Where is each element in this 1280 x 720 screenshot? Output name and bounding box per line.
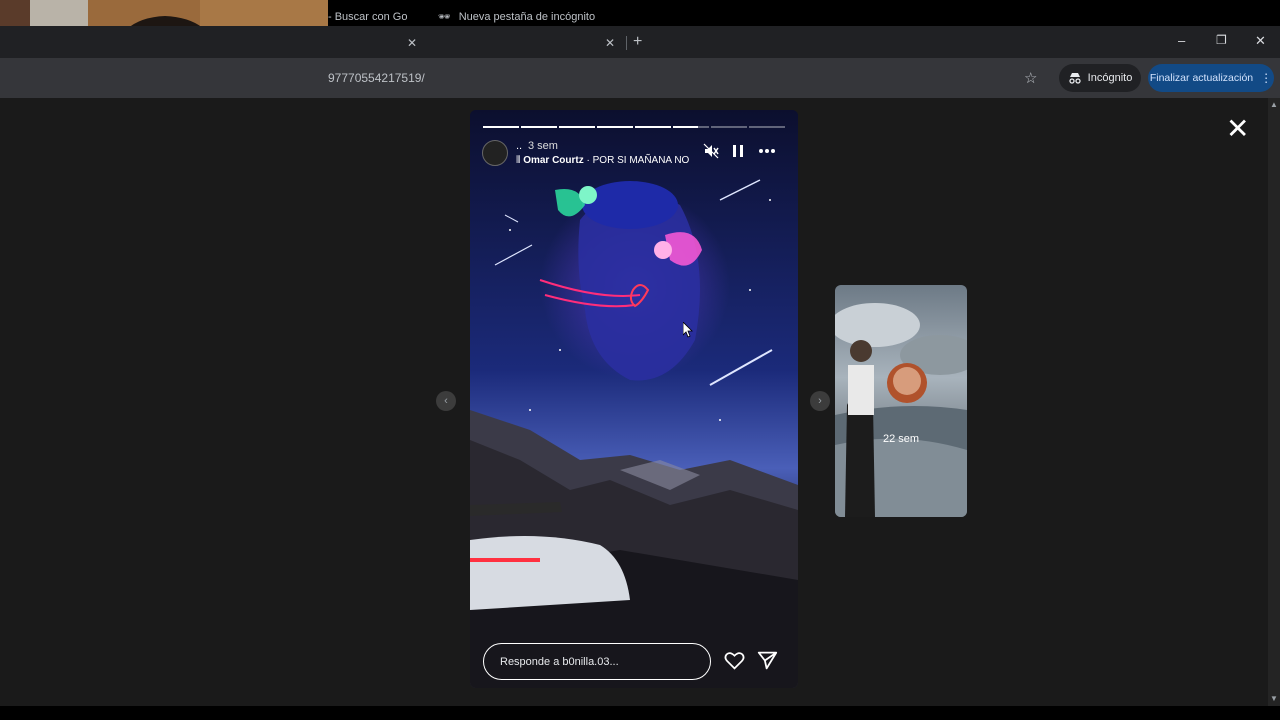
more-icon[interactable] — [758, 148, 776, 154]
progress-segment — [559, 126, 595, 128]
incognito-label: Incógnito — [1087, 72, 1133, 84]
address-bar[interactable]: 97770554217519/ — [328, 64, 1048, 92]
progress-segment — [597, 126, 633, 128]
next-story-image — [835, 285, 967, 517]
next-story-preview[interactable]: 22 sem — [835, 285, 967, 517]
tab-incognito-label: Nueva pestaña de incógnito — [458, 11, 596, 23]
incognito-icon — [1069, 73, 1081, 84]
tab-search-close-icon[interactable]: ✕ — [407, 36, 417, 50]
music-track: POR SI MAÑANA NO — [592, 155, 690, 166]
speaker-muted-icon[interactable] — [703, 143, 719, 159]
story-username[interactable]: .. — [516, 140, 522, 152]
scrollbar[interactable] — [1268, 98, 1280, 706]
kebab-menu-icon: ⋮ — [1260, 71, 1273, 85]
story-header: .. 3 sem ⦀ Omar Courtz · POR SI MAÑANA N… — [482, 140, 786, 170]
music-info[interactable]: ⦀ Omar Courtz · POR SI MAÑANA NO — [516, 155, 689, 166]
scroll-up-arrow-icon[interactable]: ▲ — [1270, 100, 1278, 109]
progress-segment — [711, 126, 747, 128]
bookmark-star-icon[interactable]: ☆ — [1024, 69, 1037, 87]
scroll-down-arrow-icon[interactable]: ▼ — [1270, 694, 1278, 703]
progress-segment — [521, 126, 557, 128]
story-image — [470, 110, 798, 688]
story-close-icon[interactable]: ✕ — [1226, 115, 1249, 143]
incognito-tab-icon: 🕶 — [438, 11, 451, 23]
pause-icon[interactable] — [732, 143, 744, 159]
next-story-arrow-icon[interactable]: › — [810, 391, 830, 411]
incognito-badge[interactable]: Incógnito — [1059, 64, 1141, 92]
window-close-icon[interactable]: ✕ — [1255, 33, 1266, 49]
update-label: Finalizar actualización — [1149, 72, 1254, 84]
minimize-icon[interactable]: – — [1178, 33, 1185, 48]
tab-incognito-close-icon[interactable]: ✕ — [605, 36, 615, 50]
reply-input[interactable] — [483, 643, 711, 680]
tab-search[interactable]: - Buscar con Go — [328, 2, 428, 32]
heart-icon[interactable] — [724, 650, 745, 671]
progress-segment — [483, 126, 519, 128]
music-artist: Omar Courtz — [523, 155, 584, 166]
previous-story-arrow-icon[interactable]: ‹ — [436, 391, 456, 411]
tab-divider — [626, 36, 627, 50]
finish-update-button[interactable]: Finalizar actualización ⋮ — [1148, 64, 1274, 92]
progress-segment — [673, 126, 709, 128]
avatar[interactable] — [482, 140, 508, 166]
restore-icon[interactable]: ❐ — [1216, 33, 1227, 47]
story-time: 3 sem — [528, 140, 558, 152]
progress-segment — [749, 126, 785, 128]
mouse-pointer-icon — [683, 322, 693, 338]
new-tab-plus-icon[interactable]: + — [633, 33, 642, 51]
music-separator: · — [583, 155, 593, 166]
tab-search-label: - Buscar con Go — [328, 11, 408, 23]
next-story-time: 22 sem — [882, 433, 920, 445]
story-viewer[interactable]: .. 3 sem ⦀ Omar Courtz · POR SI MAÑANA N… — [470, 110, 798, 688]
progress-segment — [635, 126, 671, 128]
tab-incognito[interactable]: 🕶 Nueva pestaña de incógnito — [438, 2, 618, 32]
bottom-black-strip — [0, 706, 1280, 720]
progress-segment-fill — [673, 126, 699, 128]
send-icon[interactable] — [757, 650, 778, 671]
